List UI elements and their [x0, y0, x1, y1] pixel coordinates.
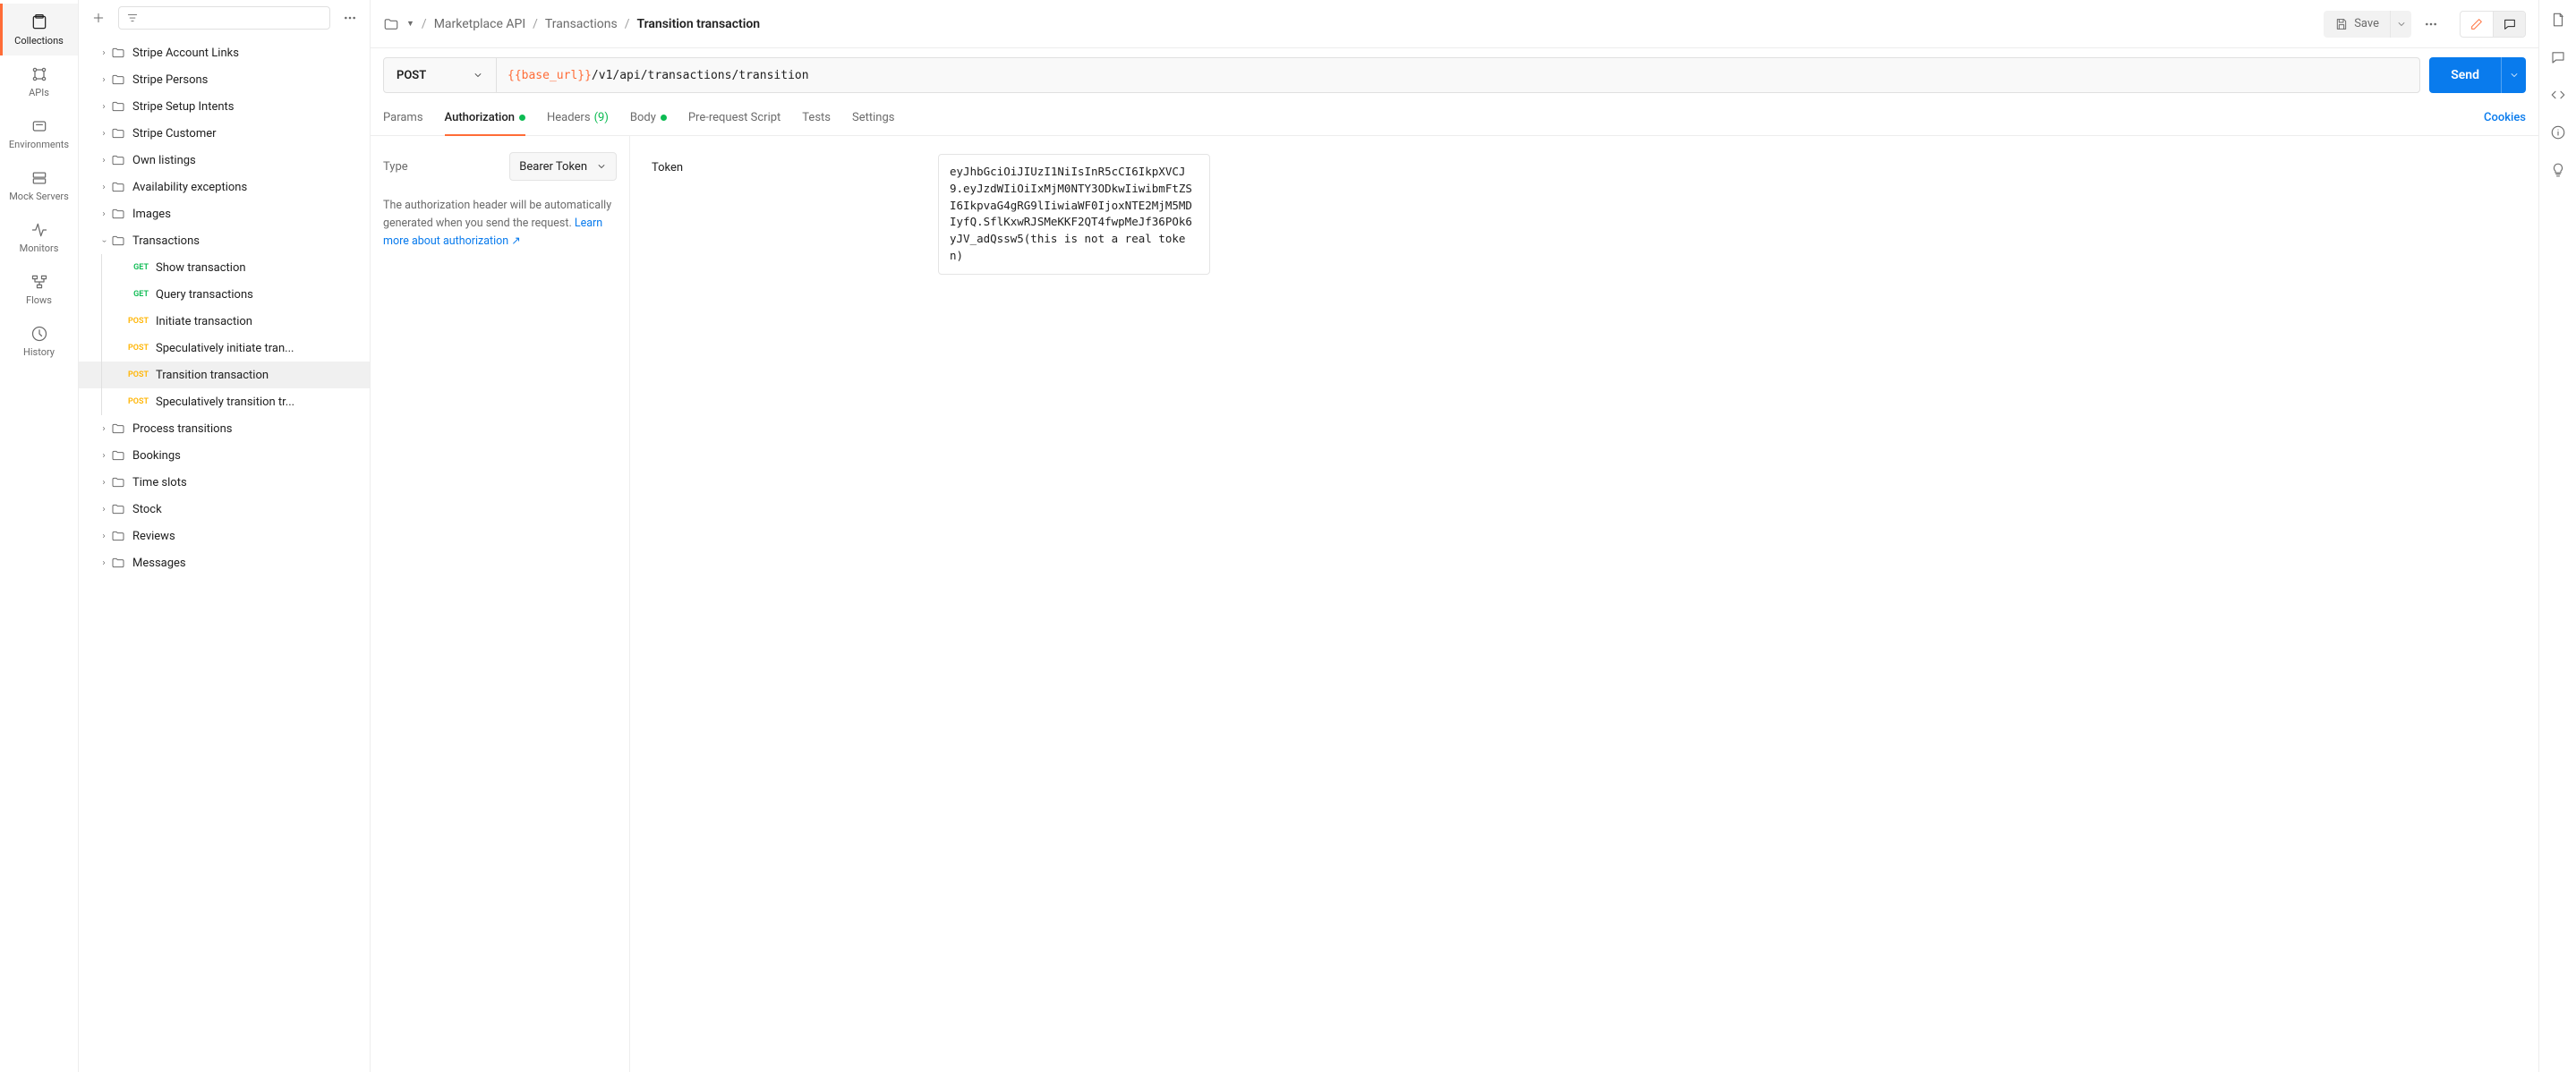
- nav-environments-label: Environments: [9, 139, 69, 150]
- tab-prerequest[interactable]: Pre-request Script: [688, 100, 780, 135]
- folder-stock[interactable]: ›Stock: [79, 496, 370, 523]
- crumb-request[interactable]: Transition transaction: [636, 17, 760, 31]
- send-button-group: Send: [2429, 57, 2526, 93]
- nav-environments[interactable]: Environments: [0, 107, 78, 159]
- tab-more-button[interactable]: [2418, 12, 2444, 37]
- sidebar-more[interactable]: [337, 5, 363, 30]
- folder-icon: [383, 16, 399, 32]
- dot-indicator: [519, 115, 525, 121]
- token-label: Token: [652, 154, 938, 174]
- right-rail: [2538, 0, 2576, 1072]
- nav-apis[interactable]: APIs: [0, 55, 78, 107]
- new-button[interactable]: [86, 5, 111, 30]
- request-transition-transaction[interactable]: POSTTransition transaction: [79, 362, 370, 388]
- folder-transactions[interactable]: ›Transactions: [79, 227, 370, 254]
- folder-stripe-customer[interactable]: ›Stripe Customer: [79, 120, 370, 147]
- save-dropdown[interactable]: [2390, 11, 2411, 38]
- url-variable: {{base_url}}: [508, 69, 592, 82]
- nav-history-label: History: [23, 346, 55, 358]
- comment-mode-button[interactable]: [2493, 12, 2525, 37]
- method-label: POST: [397, 69, 426, 82]
- tab-settings[interactable]: Settings: [852, 100, 894, 135]
- save-button[interactable]: Save: [2324, 11, 2390, 38]
- send-button[interactable]: Send: [2429, 68, 2501, 82]
- request-show-transaction[interactable]: GETShow transaction: [79, 254, 370, 281]
- folder-availability[interactable]: ›Availability exceptions: [79, 174, 370, 200]
- folder-stripe-account-links[interactable]: ›Stripe Account Links: [79, 39, 370, 66]
- folder-time-slots[interactable]: ›Time slots: [79, 469, 370, 496]
- url-path: /v1/api/transactions/transition: [592, 69, 809, 82]
- lightbulb-icon[interactable]: [2547, 159, 2569, 181]
- send-dropdown[interactable]: [2501, 57, 2526, 93]
- nav-flows-label: Flows: [26, 294, 52, 306]
- nav-collections[interactable]: Collections: [0, 4, 78, 55]
- sidebar-filter[interactable]: [118, 6, 330, 30]
- nav-flows[interactable]: Flows: [0, 263, 78, 315]
- nav-mock-label: Mock Servers: [9, 191, 69, 202]
- nav-history[interactable]: History: [0, 315, 78, 367]
- tab-params[interactable]: Params: [383, 100, 423, 135]
- collection-tree[interactable]: ›Stripe Account Links ›Stripe Persons ›S…: [79, 36, 370, 1072]
- crumb-workspace[interactable]: Marketplace API: [434, 17, 525, 31]
- auth-type-select[interactable]: Bearer Token: [509, 152, 617, 181]
- request-initiate-transaction[interactable]: POSTInitiate transaction: [79, 308, 370, 335]
- folder-stripe-setup-intents[interactable]: ›Stripe Setup Intents: [79, 93, 370, 120]
- request-tabs: Params Authorization Headers(9) Body Pre…: [371, 100, 2538, 136]
- documentation-icon[interactable]: [2547, 9, 2569, 30]
- nav-monitors-label: Monitors: [20, 242, 59, 254]
- nav-monitors[interactable]: Monitors: [0, 211, 78, 263]
- nav-collections-label: Collections: [14, 35, 64, 47]
- tab-headers[interactable]: Headers(9): [547, 100, 609, 135]
- folder-process-transitions[interactable]: ›Process transitions: [79, 415, 370, 442]
- folder-stripe-persons[interactable]: ›Stripe Persons: [79, 66, 370, 93]
- chevron-down-icon: [473, 70, 483, 81]
- folder-own-listings[interactable]: ›Own listings: [79, 147, 370, 174]
- folder-bookings[interactable]: ›Bookings: [79, 442, 370, 469]
- folder-messages[interactable]: ›Messages: [79, 549, 370, 576]
- sidebar: ›Stripe Account Links ›Stripe Persons ›S…: [79, 0, 371, 1072]
- edit-mode-button[interactable]: [2461, 12, 2493, 37]
- main: ▼ / Marketplace API / Transactions / Tra…: [371, 0, 2538, 1072]
- auth-panel: Type Bearer Token The authorization head…: [371, 136, 2538, 1072]
- comments-icon[interactable]: [2547, 47, 2569, 68]
- auth-type-value: Bearer Token: [519, 160, 587, 174]
- url-input[interactable]: {{base_url}}/v1/api/transactions/transit…: [497, 58, 2419, 92]
- tab-header: ▼ / Marketplace API / Transactions / Tra…: [371, 0, 2538, 48]
- request-query-transactions[interactable]: GETQuery transactions: [79, 281, 370, 308]
- tab-body[interactable]: Body: [630, 100, 667, 135]
- headers-count: (9): [594, 111, 609, 124]
- info-icon[interactable]: [2547, 122, 2569, 143]
- tab-tests[interactable]: Tests: [802, 100, 831, 135]
- save-icon: [2334, 17, 2349, 31]
- method-select[interactable]: POST: [384, 58, 497, 92]
- folder-images[interactable]: ›Images: [79, 200, 370, 227]
- nav-apis-label: APIs: [29, 87, 49, 98]
- token-input[interactable]: eyJhbGciOiJIUzI1NiIsInR5cCI6IkpXVCJ9.eyJ…: [938, 154, 1210, 275]
- tab-authorization[interactable]: Authorization: [445, 100, 525, 135]
- nav-mock-servers[interactable]: Mock Servers: [0, 159, 78, 211]
- nav-rail: Collections APIs Environments Mock Serve…: [0, 0, 79, 1072]
- auth-type-label: Type: [383, 160, 408, 174]
- view-mode-group: [2460, 11, 2526, 38]
- crumb-folder[interactable]: Transactions: [545, 17, 618, 31]
- save-label: Save: [2354, 17, 2379, 30]
- code-icon[interactable]: [2547, 84, 2569, 106]
- cookies-link[interactable]: Cookies: [2484, 111, 2526, 124]
- request-speculatively-transition[interactable]: POSTSpeculatively transition tr...: [79, 388, 370, 415]
- chevron-down-icon: [596, 161, 607, 172]
- auth-description: The authorization header will be automat…: [383, 197, 617, 251]
- url-bar: POST {{base_url}}/v1/api/transactions/tr…: [383, 57, 2420, 93]
- breadcrumb: ▼ / Marketplace API / Transactions / Tra…: [383, 16, 2315, 32]
- dot-indicator: [661, 115, 667, 121]
- folder-reviews[interactable]: ›Reviews: [79, 523, 370, 549]
- request-speculatively-initiate[interactable]: POSTSpeculatively initiate tran...: [79, 335, 370, 362]
